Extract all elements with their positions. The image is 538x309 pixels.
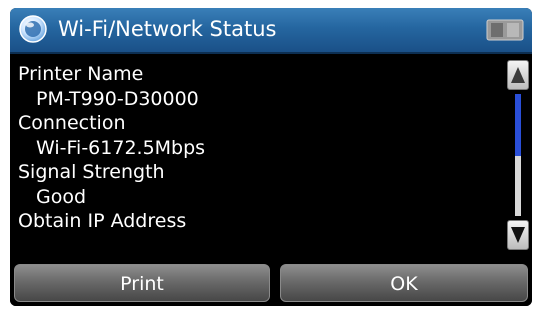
scrollbar[interactable]: [507, 60, 529, 250]
signal-strength-value: Good: [36, 185, 87, 208]
scroll-thumb[interactable]: [515, 94, 521, 156]
printer-name-label: Printer Name: [18, 63, 144, 85]
status-content: Printer Name PM-T990-D30000 Connection W…: [10, 54, 532, 256]
scroll-down-arrow-icon: [511, 227, 525, 243]
signal-strength-label: Signal Strength: [18, 161, 165, 183]
status-indicator-icon: [486, 19, 524, 41]
obtain-ip-address-label: Obtain IP Address: [18, 210, 187, 232]
connection-value: Wi-Fi-6172.5Mbps: [36, 136, 206, 159]
network-status-icon: [19, 15, 47, 43]
network-info-list: Printer Name PM-T990-D30000 Connection W…: [18, 62, 508, 234]
scroll-up-button[interactable]: [507, 60, 529, 90]
page-title: Wi-Fi/Network Status: [58, 17, 277, 41]
print-button[interactable]: Print: [14, 264, 270, 302]
connection-label: Connection: [18, 112, 126, 134]
title-bar: Wi-Fi/Network Status: [10, 8, 532, 54]
ok-button[interactable]: OK: [280, 264, 528, 302]
scroll-up-arrow-icon: [511, 67, 525, 83]
button-bar: Print OK: [10, 258, 532, 306]
printer-lcd-screen: Wi-Fi/Network Status Printer Name PM-T99…: [10, 8, 532, 306]
scroll-down-button[interactable]: [507, 220, 529, 250]
printer-name-value: PM-T990-D30000: [36, 87, 199, 110]
